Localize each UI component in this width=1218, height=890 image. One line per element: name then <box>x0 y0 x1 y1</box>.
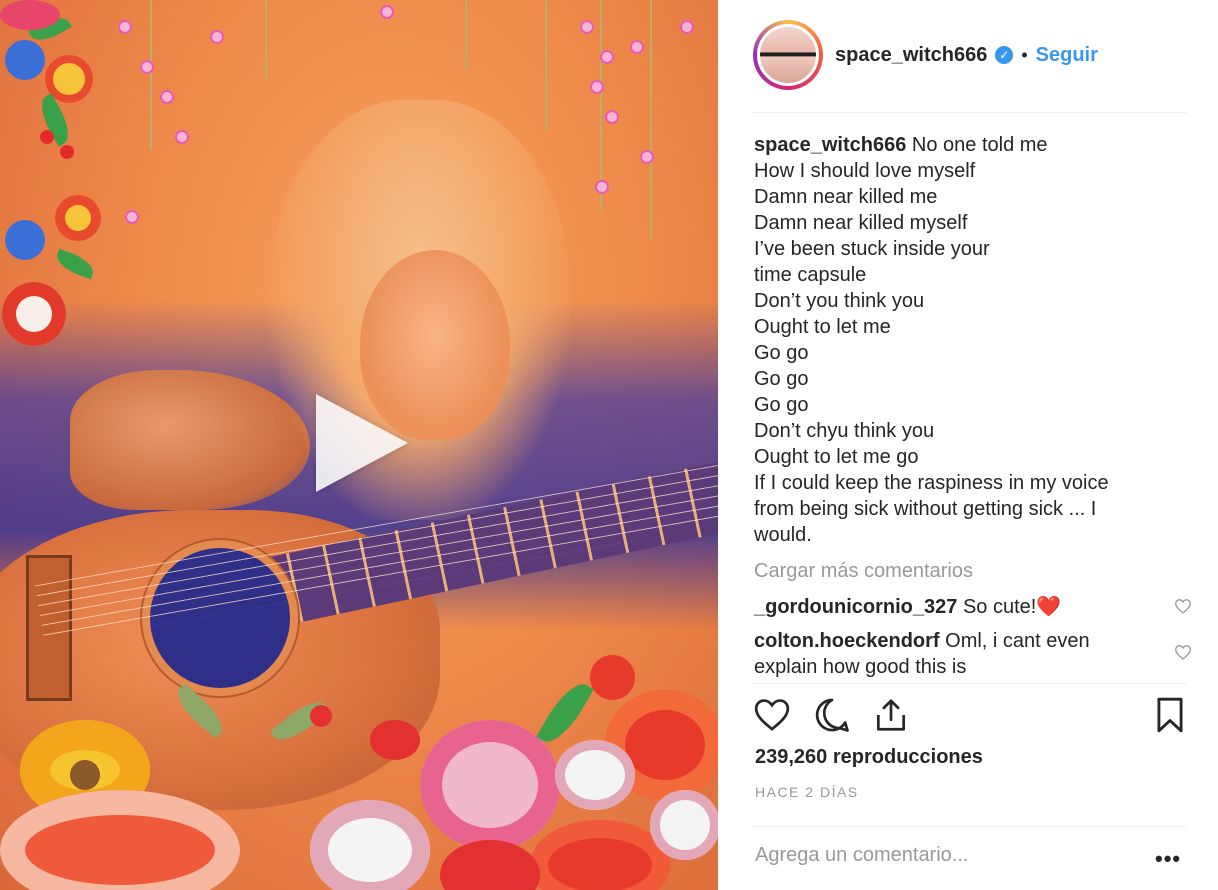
decor-flower <box>440 840 540 890</box>
decor-leaf <box>53 248 97 280</box>
avatar-story-ring[interactable] <box>753 20 823 90</box>
save-bookmark-icon[interactable] <box>1153 696 1187 734</box>
decor-vine <box>650 0 652 240</box>
decor-flower <box>60 145 74 159</box>
post-header: space_witch666 ✓ • Seguir <box>753 20 1187 90</box>
decor-blossom <box>125 210 139 224</box>
caption-line: Go go <box>754 394 809 416</box>
load-more-comments-link[interactable]: Cargar más comentarios <box>754 558 1184 584</box>
play-button-icon[interactable] <box>316 394 408 492</box>
share-upload-icon[interactable] <box>872 696 910 734</box>
decor-flower <box>55 195 101 241</box>
comment-bubble-icon[interactable] <box>813 696 851 734</box>
decor-flower <box>650 790 718 860</box>
caption-line: Don’t you think you <box>754 290 925 312</box>
caption-line: Damn near killed me <box>754 186 938 208</box>
like-comment-heart-icon[interactable] <box>1174 598 1192 614</box>
decor-flower <box>420 720 560 850</box>
input-divider <box>753 826 1187 827</box>
decor-flower <box>5 40 45 80</box>
decor-blossom <box>590 80 604 94</box>
decor-flower <box>70 760 100 790</box>
caption-line: space_witch666 No one told me <box>754 132 1184 158</box>
decor-flower <box>5 220 45 260</box>
decor-blossom <box>680 20 694 34</box>
avatar[interactable] <box>757 24 819 86</box>
caption-text: No one told me <box>911 134 1048 156</box>
decor-vine <box>600 0 602 210</box>
comment-input[interactable]: Agrega un comentario... <box>755 844 968 867</box>
caption: space_witch666 No one told me How I shou… <box>754 132 1184 548</box>
comment-item: colton.hoeckendorf Oml, i cant even expl… <box>754 628 1191 680</box>
decor-blossom <box>160 90 174 104</box>
decor-blossom <box>600 50 614 64</box>
decor-blossom <box>140 60 154 74</box>
decor-blossom <box>640 150 654 164</box>
post-sidebar: space_witch666 ✓ • Seguir space_witch666… <box>719 0 1218 890</box>
decor-vine <box>150 0 152 150</box>
header-username[interactable]: space_witch666 <box>835 44 987 67</box>
decor-vine <box>545 0 547 130</box>
post-video[interactable] <box>0 0 718 890</box>
like-heart-icon[interactable] <box>753 696 791 732</box>
decor-flower <box>555 740 635 810</box>
caption-line: Go go <box>754 368 809 390</box>
decor-leaf <box>536 676 594 750</box>
caption-line: Don’t chyu think you <box>754 420 935 442</box>
caption-line: Go go <box>754 342 809 364</box>
verified-badge-icon: ✓ <box>995 46 1014 64</box>
decor-blossom <box>580 20 594 34</box>
view-count[interactable]: 239,260 reproducciones <box>755 746 983 769</box>
caption-line: I’ve been stuck inside your <box>754 238 990 260</box>
decor-flower <box>370 720 420 760</box>
decor-flower <box>530 820 670 890</box>
caption-line: Ought to let me go <box>754 446 919 468</box>
header-divider <box>753 112 1187 113</box>
caption-line: How I should love myself <box>754 160 976 182</box>
action-bar <box>753 696 1187 736</box>
caption-line: from being sick without getting sick ...… <box>754 498 1097 520</box>
comment-username[interactable]: colton.hoeckendorf <box>754 630 940 652</box>
like-comment-heart-icon[interactable] <box>1174 644 1192 660</box>
decor-flower <box>590 655 635 700</box>
caption-username[interactable]: space_witch666 <box>754 134 906 156</box>
follow-button[interactable]: Seguir <box>1036 44 1098 67</box>
separator-dot: • <box>1021 44 1028 65</box>
decor-vine <box>465 0 467 70</box>
caption-line: Damn near killed myself <box>754 212 968 234</box>
caption-line: time capsule <box>754 264 867 286</box>
comment-item: _gordounicornio_327 So cute!❤️ <box>754 594 1191 620</box>
decor-blossom <box>630 40 644 54</box>
caption-line: Ought to let me <box>754 316 891 338</box>
decor-blossom <box>175 130 189 144</box>
decor-blossom <box>118 20 132 34</box>
decor-flower <box>0 0 60 30</box>
decor-vine <box>265 0 267 80</box>
caption-line: would. <box>754 524 812 546</box>
caption-line: If I could keep the raspiness in my voic… <box>754 472 1109 494</box>
comment-text: So cute!❤️ <box>962 596 1062 618</box>
actions-divider <box>753 683 1187 684</box>
decor-flower <box>40 130 54 144</box>
comment-username[interactable]: _gordounicornio_327 <box>754 596 957 618</box>
decor-blossom <box>380 5 394 19</box>
post-date[interactable]: HACE 2 DÍAS <box>755 784 859 800</box>
decor-flower <box>310 800 430 890</box>
more-options-icon[interactable]: ••• <box>1155 846 1181 872</box>
comments-section: space_witch666 No one told me How I shou… <box>754 132 1191 680</box>
decor-blossom <box>210 30 224 44</box>
decor-blossom <box>605 110 619 124</box>
decor-flower <box>310 705 332 727</box>
decor-flower <box>2 282 66 346</box>
decor-blossom <box>595 180 609 194</box>
